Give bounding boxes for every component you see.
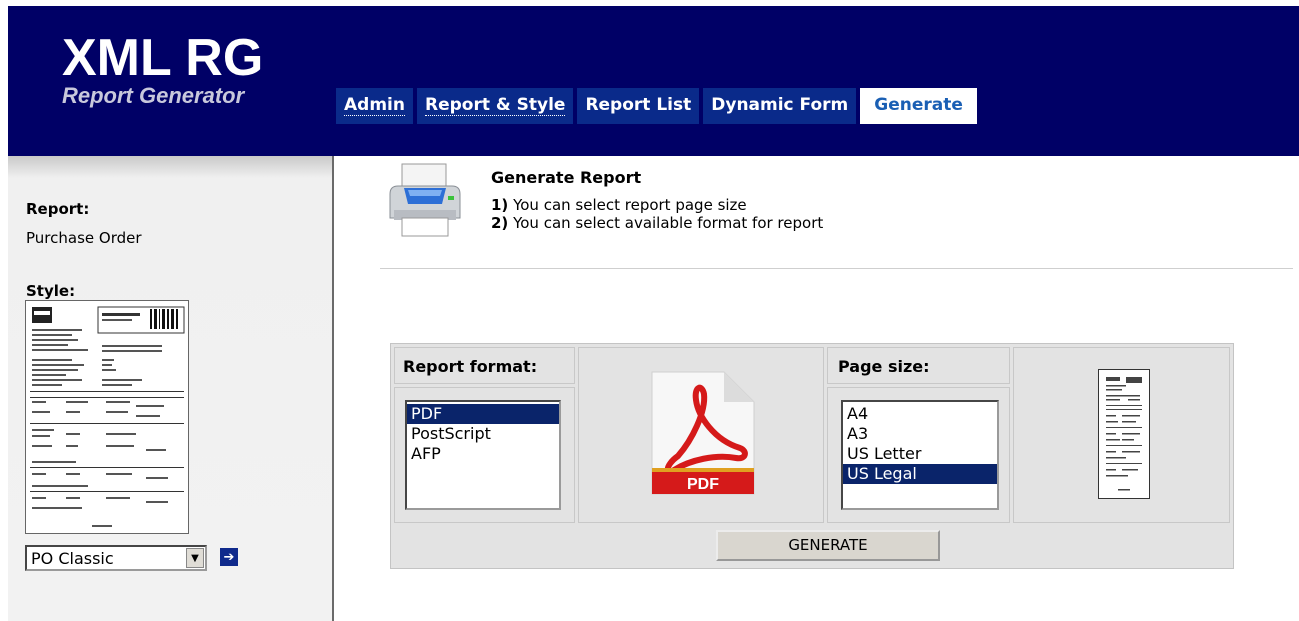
step-2-text: You can select available format for repo… — [513, 214, 824, 232]
style-select-value: PO Classic — [31, 549, 114, 568]
sidebar-divider — [332, 156, 334, 621]
main-tabs: Admin Report & Style Report List Dynamic… — [336, 88, 981, 124]
tab-report-style[interactable]: Report & Style — [416, 88, 574, 124]
style-select[interactable]: PO Classic ▼ — [25, 545, 207, 571]
arrow-right-icon[interactable]: ➔ — [220, 548, 238, 566]
style-thumbnail — [25, 300, 189, 534]
tab-generate[interactable]: Generate — [860, 88, 977, 124]
format-label: Report format: — [403, 357, 538, 376]
tab-admin-label: Admin — [344, 95, 405, 116]
logo-title: XML RG — [62, 29, 264, 87]
format-option-pdf[interactable]: PDF — [407, 404, 559, 424]
generate-title: Generate Report — [491, 168, 642, 187]
page-preview-icon — [1098, 369, 1150, 499]
step-2: 2) You can select available format for r… — [491, 214, 823, 232]
pagesize-option-us-legal[interactable]: US Legal — [843, 464, 997, 484]
pdf-file-icon: PDF — [651, 371, 755, 495]
step-1-num: 1) — [491, 196, 509, 214]
header-banner: XML RG Report Generator — [8, 6, 1299, 156]
step-1: 1) You can select report page size — [491, 196, 747, 214]
generate-button[interactable]: GENERATE — [716, 530, 940, 561]
tab-report-style-label: Report & Style — [424, 95, 566, 116]
divider — [380, 268, 1293, 269]
step-2-num: 2) — [491, 214, 509, 232]
tab-dynamic-form[interactable]: Dynamic Form — [703, 88, 857, 124]
chevron-down-icon[interactable]: ▼ — [186, 548, 204, 568]
tab-dynamic-form-label: Dynamic Form — [711, 95, 849, 115]
logo-subtitle: Report Generator — [62, 83, 245, 108]
tab-generate-label: Generate — [874, 95, 963, 115]
report-value: Purchase Order — [26, 229, 142, 247]
pagesize-option-a3[interactable]: A3 — [843, 424, 997, 444]
report-label: Report: — [26, 200, 90, 218]
page-size-listbox[interactable]: A4 A3 US Letter US Legal — [841, 400, 999, 510]
printer-icon — [389, 163, 461, 237]
tab-report-list[interactable]: Report List — [577, 88, 700, 124]
tab-admin[interactable]: Admin — [336, 88, 413, 124]
pagesize-option-a4[interactable]: A4 — [843, 404, 997, 424]
tab-report-list-label: Report List — [585, 95, 692, 115]
format-option-afp[interactable]: AFP — [407, 444, 559, 464]
step-1-text: You can select report page size — [513, 196, 747, 214]
format-listbox[interactable]: PDF PostScript AFP — [405, 400, 561, 510]
style-thumbnail-preview — [30, 306, 185, 527]
format-option-postscript[interactable]: PostScript — [407, 424, 559, 444]
pdf-icon-text: PDF — [687, 476, 719, 493]
pagesize-option-us-letter[interactable]: US Letter — [843, 444, 997, 464]
style-label: Style: — [26, 282, 76, 300]
page-size-label: Page size: — [838, 357, 930, 376]
